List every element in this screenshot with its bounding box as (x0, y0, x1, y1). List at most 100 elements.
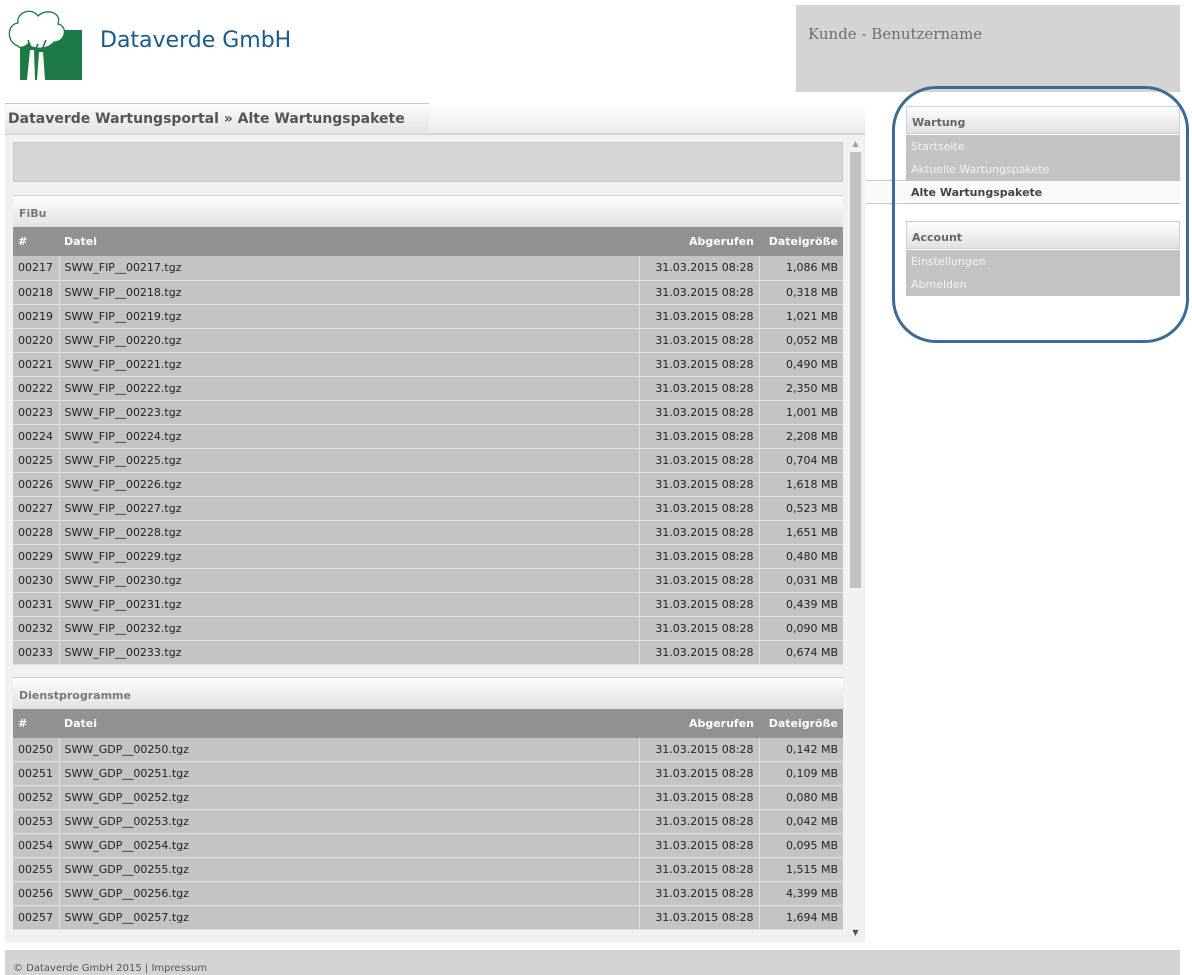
cell-file-name[interactable]: SWW_FIP__00225.tgz (59, 448, 640, 473)
section-dienstprogramme: Dienstprogramme # Datei Abgerufen Dateig… (13, 676, 843, 930)
section-title: FiBu (13, 195, 843, 227)
table-row[interactable]: 00256 SWW_GDP__00256.tgz 31.03.2015 08:28 4… (13, 881, 843, 906)
cell-file-name[interactable]: SWW_GDP__00253.tgz (59, 809, 640, 834)
cell-retrieved-date: 31.03.2015 08:28 (639, 640, 760, 665)
column-header-retrieved[interactable]: Abgerufen (639, 708, 759, 738)
cell-file-name[interactable]: SWW_FIP__00227.tgz (59, 496, 640, 521)
table-row[interactable]: 00231 SWW_FIP__00231.tgz 31.03.2015 08:28 0… (13, 592, 843, 617)
table-row[interactable]: 00227 SWW_FIP__00227.tgz 31.03.2015 08:28 0… (13, 496, 843, 521)
cell-number: 00254 (13, 833, 60, 858)
column-header-retrieved[interactable]: Abgerufen (639, 227, 759, 256)
table-row[interactable]: 00223 SWW_FIP__00223.tgz 31.03.2015 08:28 1… (13, 400, 843, 425)
cell-retrieved-date: 31.03.2015 08:28 (639, 905, 760, 930)
impressum-link[interactable]: Impressum (151, 963, 207, 974)
cell-file-name[interactable]: SWW_FIP__00232.tgz (59, 616, 640, 641)
table-row[interactable]: 00257 SWW_GDP__00257.tgz 31.03.2015 08:28 1… (13, 905, 843, 930)
table-row[interactable]: 00219 SWW_FIP__00219.tgz 31.03.2015 08:28 1… (13, 304, 843, 329)
cell-number: 00226 (13, 472, 60, 497)
scrollbar-thumb[interactable] (850, 152, 861, 588)
cell-retrieved-date: 31.03.2015 08:28 (639, 881, 760, 906)
cell-number: 00229 (13, 544, 60, 569)
scroll-up-arrow-icon[interactable]: ▲ (850, 138, 861, 149)
breadcrumb: Dataverde Wartungsportal » Alte Wartungs… (8, 111, 405, 127)
column-header-file[interactable]: Datei (59, 227, 639, 256)
cell-retrieved-date: 31.03.2015 08:28 (639, 833, 760, 858)
table-row[interactable]: 00221 SWW_FIP__00221.tgz 31.03.2015 08:28 0… (13, 352, 843, 377)
table-row[interactable]: 00220 SWW_FIP__00220.tgz 31.03.2015 08:28 0… (13, 328, 843, 353)
cell-file-name[interactable]: SWW_FIP__00223.tgz (59, 400, 640, 425)
table-row[interactable]: 00253 SWW_GDP__00253.tgz 31.03.2015 08:28 0… (13, 809, 843, 834)
section-title: Dienstprogramme (13, 676, 843, 709)
cell-file-name[interactable]: SWW_FIP__00217.tgz (59, 256, 640, 281)
cell-file-size: 1,618 MB (759, 472, 843, 497)
cell-number: 00224 (13, 424, 60, 449)
column-header-number[interactable]: # (13, 708, 59, 738)
section-fibu: FiBu # Datei Abgerufen Dateigröße 00217 S… (13, 195, 843, 665)
cell-file-name[interactable]: SWW_FIP__00231.tgz (59, 592, 640, 617)
cell-file-size: 0,523 MB (759, 496, 843, 521)
table-row[interactable]: 00232 SWW_FIP__00232.tgz 31.03.2015 08:28 0… (13, 616, 843, 641)
column-header-file[interactable]: Datei (59, 708, 639, 738)
cell-file-name[interactable]: SWW_FIP__00229.tgz (59, 544, 640, 569)
cell-file-name[interactable]: SWW_FIP__00233.tgz (59, 640, 640, 665)
page-title-tab: Dataverde Wartungsportal » Alte Wartungs… (5, 103, 429, 134)
content-area: FiBu # Datei Abgerufen Dateigröße 00217 S… (13, 142, 843, 942)
cell-file-name[interactable]: SWW_GDP__00256.tgz (59, 881, 640, 906)
cell-file-name[interactable]: SWW_FIP__00224.tgz (59, 424, 640, 449)
table-row[interactable]: 00229 SWW_FIP__00229.tgz 31.03.2015 08:28 0… (13, 544, 843, 569)
table-row[interactable]: 00217 SWW_FIP__00217.tgz 31.03.2015 08:28 1… (13, 256, 843, 281)
table-row[interactable]: 00255 SWW_GDP__00255.tgz 31.03.2015 08:28 1… (13, 857, 843, 882)
cell-number: 00253 (13, 809, 60, 834)
vertical-scrollbar[interactable]: ▲ ▼ (847, 137, 864, 939)
cell-retrieved-date: 31.03.2015 08:28 (639, 328, 760, 353)
cell-number: 00231 (13, 592, 60, 617)
table-row[interactable]: 00228 SWW_FIP__00228.tgz 31.03.2015 08:28 1… (13, 520, 843, 545)
cell-file-name[interactable]: SWW_FIP__00220.tgz (59, 328, 640, 353)
cell-retrieved-date: 31.03.2015 08:28 (639, 785, 760, 810)
cell-file-name[interactable]: SWW_FIP__00230.tgz (59, 568, 640, 593)
cell-file-name[interactable]: SWW_FIP__00219.tgz (59, 304, 640, 329)
cell-file-size: 2,350 MB (759, 376, 843, 401)
scroll-down-arrow-icon[interactable]: ▼ (850, 927, 861, 938)
cell-file-size: 0,042 MB (759, 809, 843, 834)
cell-retrieved-date: 31.03.2015 08:28 (639, 737, 760, 762)
cell-file-name[interactable]: SWW_FIP__00228.tgz (59, 520, 640, 545)
cell-retrieved-date: 31.03.2015 08:28 (639, 424, 760, 449)
cell-number: 00218 (13, 280, 60, 305)
cell-file-name[interactable]: SWW_GDP__00251.tgz (59, 761, 640, 786)
column-header-size[interactable]: Dateigröße (759, 227, 843, 256)
cell-file-name[interactable]: SWW_GDP__00252.tgz (59, 785, 640, 810)
table-row[interactable]: 00222 SWW_FIP__00222.tgz 31.03.2015 08:28 2… (13, 376, 843, 401)
cell-file-name[interactable]: SWW_FIP__00226.tgz (59, 472, 640, 497)
cell-file-name[interactable]: SWW_GDP__00250.tgz (59, 737, 640, 762)
table-row[interactable]: 00233 SWW_FIP__00233.tgz 31.03.2015 08:28 0… (13, 640, 843, 665)
cell-file-name[interactable]: SWW_FIP__00221.tgz (59, 352, 640, 377)
table-row[interactable]: 00230 SWW_FIP__00230.tgz 31.03.2015 08:28 0… (13, 568, 843, 593)
table-row[interactable]: 00225 SWW_FIP__00225.tgz 31.03.2015 08:28 0… (13, 448, 843, 473)
cell-retrieved-date: 31.03.2015 08:28 (639, 616, 760, 641)
table-row[interactable]: 00218 SWW_FIP__00218.tgz 31.03.2015 08:28 0… (13, 280, 843, 305)
cell-file-name[interactable]: SWW_GDP__00255.tgz (59, 857, 640, 882)
table-row[interactable]: 00254 SWW_GDP__00254.tgz 31.03.2015 08:28 0… (13, 833, 843, 858)
cell-file-size: 0,318 MB (759, 280, 843, 305)
cell-file-size: 0,142 MB (759, 737, 843, 762)
cell-number: 00217 (13, 256, 60, 281)
cell-file-size: 0,090 MB (759, 616, 843, 641)
cell-retrieved-date: 31.03.2015 08:28 (639, 592, 760, 617)
table-row[interactable]: 00252 SWW_GDP__00252.tgz 31.03.2015 08:28 0… (13, 785, 843, 810)
table-row[interactable]: 00251 SWW_GDP__00251.tgz 31.03.2015 08:28 0… (13, 761, 843, 786)
cell-file-name[interactable]: SWW_GDP__00257.tgz (59, 905, 640, 930)
cell-number: 00222 (13, 376, 60, 401)
table-row[interactable]: 00250 SWW_GDP__00250.tgz 31.03.2015 08:28 0… (13, 737, 843, 762)
table-row[interactable]: 00224 SWW_FIP__00224.tgz 31.03.2015 08:28 2… (13, 424, 843, 449)
cell-number: 00220 (13, 328, 60, 353)
table-body: 00217 SWW_FIP__00217.tgz 31.03.2015 08:28 1… (13, 256, 843, 665)
table-row[interactable]: 00226 SWW_FIP__00226.tgz 31.03.2015 08:28 1… (13, 472, 843, 497)
cell-file-name[interactable]: SWW_GDP__00254.tgz (59, 833, 640, 858)
user-box: Kunde - Benutzername (796, 5, 1180, 92)
cell-retrieved-date: 31.03.2015 08:28 (639, 472, 760, 497)
column-header-number[interactable]: # (13, 227, 59, 256)
column-header-size[interactable]: Dateigröße (759, 708, 843, 738)
cell-file-name[interactable]: SWW_FIP__00222.tgz (59, 376, 640, 401)
cell-file-name[interactable]: SWW_FIP__00218.tgz (59, 280, 640, 305)
